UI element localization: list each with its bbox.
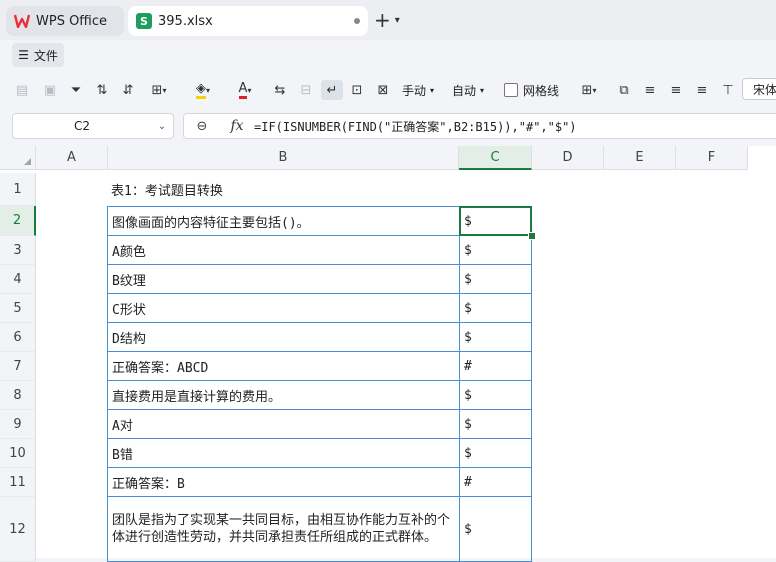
fill-color-button[interactable]: ◈ ▾ (188, 80, 218, 100)
align-left-icon[interactable]: ≡ (640, 80, 660, 100)
wrap-text-icon[interactable]: ↵ (321, 80, 343, 100)
chevron-down-icon[interactable]: ⌄ (151, 121, 173, 132)
row-header[interactable]: 7 (0, 352, 36, 381)
tab-wps-home[interactable]: WPS Office (6, 6, 124, 36)
align-right-icon[interactable]: ≡ (692, 80, 712, 100)
row-header[interactable]: 11 (0, 468, 36, 497)
font-name-value: 宋体 (753, 82, 776, 97)
row-height-manual[interactable]: 手动 ▾ (402, 80, 434, 100)
gridlines-checkbox[interactable] (504, 83, 518, 97)
table-cell-question[interactable]: 直接费用是直接计算的费用。 (107, 381, 460, 410)
table-cell-flag[interactable]: $ (459, 410, 532, 439)
table-cell-question[interactable]: 图像画面的内容特征主要包括()。 (107, 206, 460, 236)
tab-home-label: WPS Office (36, 13, 108, 29)
column-header-d[interactable]: D (532, 146, 604, 170)
font-color-icon: A (238, 81, 248, 99)
formula-text[interactable]: =IF(ISNUMBER(FIND("正确答案",B2:B15)),"#","$… (254, 118, 577, 135)
table-cell-question[interactable]: C形状 (107, 294, 460, 323)
gridlines-toggle[interactable]: 网格线 (504, 80, 559, 100)
row-header[interactable]: 9 (0, 410, 36, 439)
new-tab-button[interactable]: + ▾ (374, 8, 414, 32)
row-header[interactable]: 5 (0, 294, 36, 323)
table-cell-flag[interactable] (459, 173, 532, 206)
table-cell-question[interactable]: 正确答案：ABCD (107, 352, 460, 381)
column-header-f[interactable]: F (676, 146, 748, 170)
wps-logo-icon (14, 14, 30, 28)
column-header-c[interactable]: C (459, 146, 532, 170)
auto-label: 自动 (452, 83, 477, 98)
format-painter-icon[interactable]: ⇆ (270, 80, 290, 100)
row-header[interactable]: 8 (0, 381, 36, 410)
row-height-auto[interactable]: 自动 ▾ (452, 80, 484, 100)
paste-special-icon[interactable]: ▣ (40, 80, 60, 100)
align-top-icon[interactable]: ⊤ (718, 80, 738, 100)
zoom-search-icon[interactable]: ⊖ (184, 119, 220, 134)
table-cell-flag[interactable]: $ (459, 236, 532, 265)
borders-button[interactable]: ⊞ ▾ (146, 80, 172, 100)
table-cell-question[interactable]: A颜色 (107, 236, 460, 265)
active-cell-outline (459, 206, 532, 236)
tab-file-label: 395.xlsx (158, 13, 213, 29)
clear-format-icon[interactable]: ⧉ (614, 80, 634, 100)
table-cell-flag[interactable]: $ (459, 265, 532, 294)
chevron-down-icon: ▾ (394, 14, 400, 26)
row-header[interactable]: 4 (0, 265, 36, 294)
filter-icon[interactable]: ⏷ (66, 80, 86, 100)
split-icon[interactable]: ⊠ (373, 80, 393, 100)
table-cell-question[interactable]: 团队是指为了实现某一共同目标，由相互协作能力互补的个体进行创造性劳动，并共同承担… (107, 497, 460, 562)
table-cell-flag[interactable]: $ (459, 381, 532, 410)
hamburger-icon: ☰ (18, 48, 29, 62)
cell-style-button[interactable]: ⊞ ▾ (576, 80, 602, 100)
table-cell-question[interactable]: B错 (107, 439, 460, 468)
function-icon[interactable]: fx (220, 118, 254, 134)
merge-cells-icon[interactable]: ⊟ (296, 80, 316, 100)
font-name-select[interactable]: 宋体 (742, 78, 776, 100)
spreadsheet-icon: S (136, 13, 152, 29)
align-center-icon[interactable]: ≡ (666, 80, 686, 100)
name-box[interactable]: C2 ⌄ (12, 113, 174, 139)
table-title-cell[interactable]: 表1：考试题目转换 (107, 173, 460, 206)
table-cell-flag[interactable]: $ (459, 294, 532, 323)
manual-label: 手动 (402, 83, 427, 98)
menu-row (0, 40, 776, 70)
fill-handle[interactable] (528, 232, 536, 240)
column-header-b[interactable]: B (108, 146, 459, 170)
row-header[interactable]: 1 (0, 173, 36, 206)
row-header[interactable]: 10 (0, 439, 36, 468)
paste-icon[interactable]: ▤ (12, 80, 32, 100)
table-cell-question[interactable]: D结构 (107, 323, 460, 352)
row-header[interactable]: 2 (0, 206, 36, 236)
row-header[interactable]: 3 (0, 236, 36, 265)
fill-bucket-icon: ◈ (195, 81, 206, 99)
freeze-icon[interactable]: ⊡ (347, 80, 367, 100)
unsaved-dot-icon[interactable] (354, 18, 360, 24)
table-cell-question[interactable]: A对 (107, 410, 460, 439)
column-header-e[interactable]: E (604, 146, 676, 170)
column-header-a[interactable]: A (36, 146, 108, 170)
row-header[interactable]: 12 (0, 497, 36, 562)
gridlines-label: 网格线 (523, 83, 560, 98)
sort-descending-icon[interactable]: ⇵ (118, 80, 138, 100)
file-menu-button[interactable]: ☰ 文件 (12, 43, 64, 67)
file-menu-label: 文件 (33, 48, 58, 63)
table-cell-flag[interactable]: $ (459, 439, 532, 468)
row-header[interactable]: 6 (0, 323, 36, 352)
sort-ascending-icon[interactable]: ⇅ (92, 80, 112, 100)
table-cell-flag[interactable]: # (459, 468, 532, 497)
table-cell-question[interactable]: B纹理 (107, 265, 460, 294)
table-cell-flag[interactable]: $ (459, 323, 532, 352)
formula-bar[interactable]: ⊖ fx =IF(ISNUMBER(FIND("正确答案",B2:B15)),"… (183, 113, 776, 139)
table-cell-flag[interactable]: $ (459, 497, 532, 562)
cell-reference: C2 (73, 119, 90, 133)
table-cell-flag[interactable]: # (459, 352, 532, 381)
table-cell-question[interactable]: 正确答案：B (107, 468, 460, 497)
font-color-button[interactable]: A ▾ (230, 80, 260, 100)
plus-icon: + (374, 8, 391, 32)
tab-file[interactable]: S 395.xlsx (128, 6, 368, 36)
select-all-corner[interactable] (0, 146, 36, 170)
